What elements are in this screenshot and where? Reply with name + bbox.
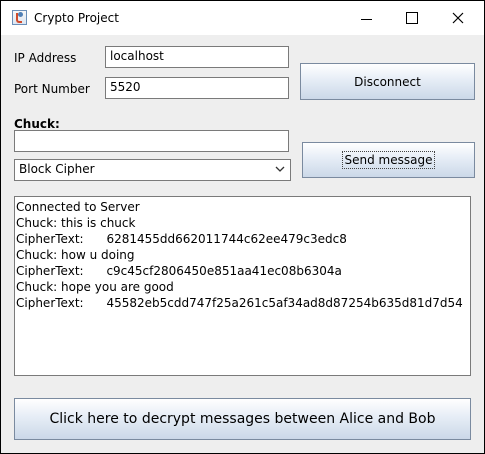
port-number-label: Port Number [14, 82, 90, 96]
java-cup-icon [12, 10, 27, 25]
log-line: Chuck: how u doing [16, 248, 135, 262]
port-number-input[interactable]: 5520 [105, 77, 289, 99]
maximize-icon[interactable] [389, 1, 435, 35]
close-icon[interactable] [435, 1, 481, 35]
log-line: CipherText: 45582eb5cdd747f25a261c5af34a… [16, 296, 463, 310]
disconnect-button-label: Disconnect [354, 74, 421, 89]
message-input[interactable] [14, 130, 289, 152]
ip-address-label: IP Address [14, 51, 77, 65]
log-line: CipherText: 6281455dd662011744c62ee479c3… [16, 232, 347, 246]
ip-address-input[interactable]: localhost [105, 46, 289, 68]
user-label: Chuck: [14, 117, 60, 131]
decrypt-messages-button-label: Click here to decrypt messages between A… [49, 411, 436, 427]
log-line: CipherText: c9c45cf2806450e851aa41ec08b6… [16, 264, 342, 278]
title-bar[interactable]: Crypto Project [1, 1, 484, 35]
send-message-button[interactable]: Send message [302, 142, 475, 178]
send-message-button-label: Send message [341, 151, 436, 169]
cipher-select-value: Block Cipher [19, 162, 95, 176]
cipher-select[interactable]: Block Cipher [14, 159, 291, 181]
disconnect-button[interactable]: Disconnect [300, 63, 475, 100]
minimize-icon[interactable] [343, 1, 389, 35]
app-window: Crypto Project IP Address localhost Port… [0, 0, 485, 454]
log-line: Chuck: this is chuck [16, 216, 136, 230]
chevron-down-icon [275, 166, 285, 172]
log-line: Chuck: hope you are good [16, 280, 174, 294]
window-title: Crypto Project [34, 11, 119, 25]
decrypt-messages-button[interactable]: Click here to decrypt messages between A… [14, 398, 471, 440]
log-line: Connected to Server [16, 200, 140, 214]
message-log[interactable]: Connected to Server Chuck: this is chuck… [14, 196, 471, 376]
